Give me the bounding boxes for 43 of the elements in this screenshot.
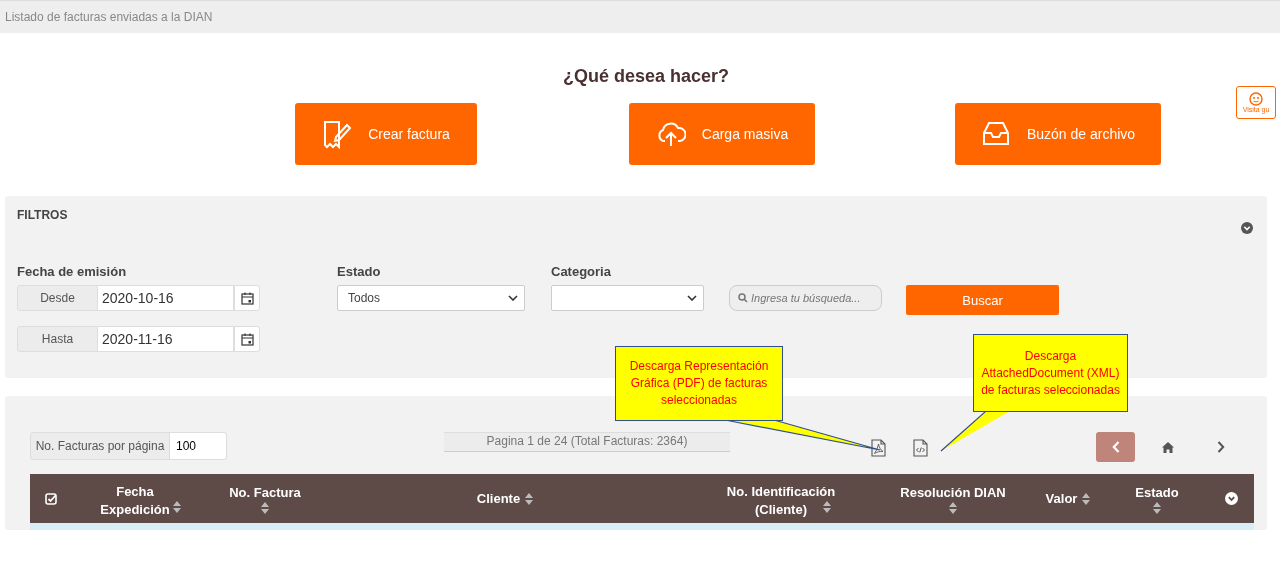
chevron-down-circle-icon bbox=[1224, 492, 1238, 505]
download-button[interactable] bbox=[913, 439, 928, 457]
receipt-pencil-icon bbox=[322, 119, 353, 149]
calendar-icon bbox=[240, 291, 254, 305]
caret-down-icon bbox=[508, 295, 518, 301]
page-info: Pagina 1 de 24 (Total Facturas: 2364) bbox=[444, 432, 730, 452]
date-input[interactable]: 2020-11-16 bbox=[98, 326, 234, 352]
chevron-down-circle-icon bbox=[1241, 222, 1253, 234]
calendar-button[interactable] bbox=[234, 285, 260, 311]
per-page-input[interactable]: 100 bbox=[170, 432, 227, 460]
page-breadcrumb: Listado de facturas enviadas a la DIAN bbox=[5, 10, 213, 24]
page-heading: ¿Qué desea hacer? bbox=[561, 65, 731, 87]
date-input[interactable]: 2020-10-16 bbox=[98, 285, 234, 311]
pdf-file-icon bbox=[871, 439, 886, 457]
select-field[interactable] bbox=[551, 285, 704, 311]
home-icon bbox=[1162, 441, 1174, 453]
checkbox-icon[interactable] bbox=[45, 492, 57, 505]
date-addon-label: Hasta bbox=[17, 326, 98, 352]
per-page-label: No. Facturas por página bbox=[30, 432, 170, 460]
select-field[interactable]: Todos bbox=[337, 285, 525, 311]
field-label: Categoria bbox=[551, 264, 612, 279]
smiley-icon bbox=[1249, 92, 1263, 106]
column-header[interactable]: Cliente bbox=[476, 489, 521, 508]
field-label: Fecha de emisión bbox=[17, 264, 128, 279]
column-header[interactable]: No. Factura bbox=[229, 483, 301, 502]
column-header[interactable]: Valor bbox=[1045, 489, 1078, 508]
date-addon-label: Desde bbox=[17, 285, 98, 311]
column-header[interactable]: Estado bbox=[1135, 483, 1179, 502]
chevron-left-icon bbox=[1111, 441, 1120, 453]
search-icon bbox=[738, 293, 748, 303]
column-header[interactable]: Resolución DIAN bbox=[900, 483, 1006, 502]
caret-down-icon bbox=[687, 295, 697, 301]
search-input[interactable]: Ingresa tu búsqueda... bbox=[751, 292, 876, 304]
search-field[interactable]: Ingresa tu búsqueda... bbox=[729, 285, 882, 311]
calendar-button[interactable] bbox=[234, 326, 260, 352]
callout-note: Descarga AttachedDocument (XML) de facturas seleccionadas bbox=[973, 334, 1128, 412]
column-header[interactable]: Fecha Expedición bbox=[94, 482, 190, 519]
calendar-icon bbox=[240, 332, 254, 346]
chevron-right-icon bbox=[1217, 441, 1225, 453]
field-label: Estado bbox=[337, 264, 382, 279]
column-header[interactable]: No. Identificación (Cliente) bbox=[723, 482, 853, 519]
code-file-icon bbox=[913, 439, 928, 457]
filters-title: FILTROS bbox=[17, 208, 68, 224]
